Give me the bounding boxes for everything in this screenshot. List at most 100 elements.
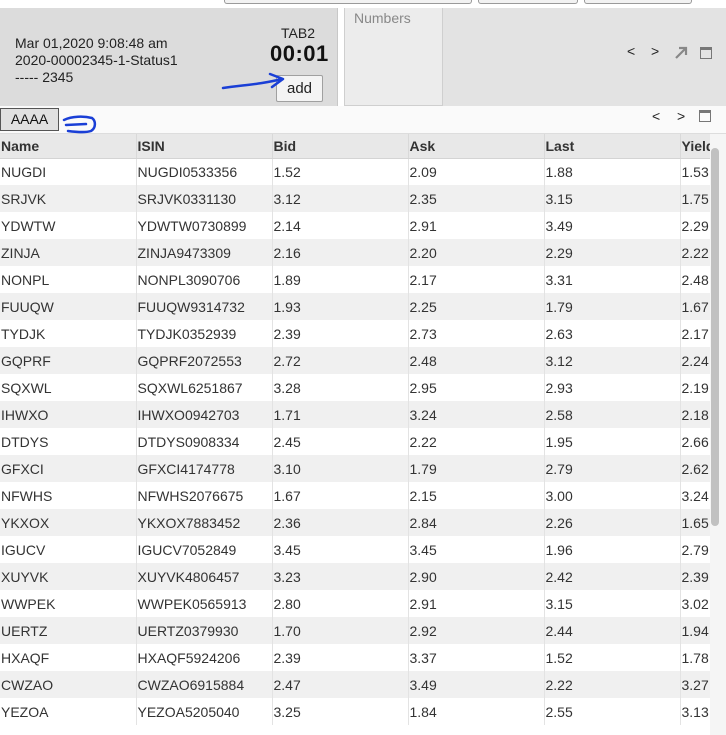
table-cell: 1.79 (544, 293, 681, 320)
table-cell: 2.91 (408, 590, 545, 617)
table-cell: 1.53 (680, 158, 710, 185)
table-cell: 3.10 (272, 455, 409, 482)
table-row[interactable]: NONPL NONPL3090706 1.89 2.17 3.31 2.48 (0, 266, 710, 293)
column-header[interactable]: Yield (680, 134, 710, 159)
table-row[interactable]: YDWTW YDWTW0730899 2.14 2.91 3.49 2.29 (0, 212, 710, 239)
numbers-label: Numbers (354, 10, 411, 26)
table-cell: 2.79 (544, 455, 681, 482)
table-row[interactable]: XUYVK XUYVK4806457 3.23 2.90 2.42 2.39 (0, 563, 710, 590)
table-row[interactable]: HXAQF HXAQF5924206 2.39 3.37 1.52 1.78 (0, 644, 710, 671)
table-cell: NFWHS2076675 (136, 482, 273, 509)
table-row[interactable]: TYDJK TYDJK0352939 2.39 2.73 2.63 2.17 (0, 320, 710, 347)
table-cell: 2.09 (408, 158, 545, 185)
table-row[interactable]: SQXWL SQXWL6251867 3.28 2.95 2.93 2.19 (0, 374, 710, 401)
table-cell: IHWXO (0, 401, 137, 428)
table-header-row: Name ISIN Bid Ask Last Yield (0, 134, 710, 159)
tab-aaaa[interactable]: AAAA (0, 108, 59, 131)
table-cell: GFXCI (0, 455, 137, 482)
table-cell: 2.39 (680, 563, 710, 590)
table-cell: 2.15 (408, 482, 545, 509)
table-row[interactable]: IHWXO IHWXO0942703 1.71 3.24 2.58 2.18 (0, 401, 710, 428)
table-cell: GQPRF (0, 347, 137, 374)
top-tab-stub[interactable] (224, 0, 472, 4)
table-cell: 1.70 (272, 617, 409, 644)
table-cell: 2.55 (544, 698, 681, 725)
table-cell: 2.17 (680, 320, 710, 347)
numbers-card[interactable]: Numbers (344, 8, 443, 106)
table-cell: NUGDI0533356 (136, 158, 273, 185)
table-cell: 1.89 (272, 266, 409, 293)
table-cell: 3.28 (272, 374, 409, 401)
countdown-timer: 00:01 (270, 41, 329, 66)
table-row[interactable]: CWZAO CWZAO6915884 2.47 3.49 2.22 3.27 (0, 671, 710, 698)
order-info: Mar 01,2020 9:08:48 am 2020-00002345-1-S… (15, 35, 178, 86)
table-row[interactable]: IGUCV IGUCV7052849 3.45 3.45 1.96 2.79 (0, 536, 710, 563)
column-header[interactable]: Last (544, 134, 681, 159)
table-cell: ZINJA (0, 239, 137, 266)
table-cell: YKXOX (0, 509, 137, 536)
add-button[interactable]: add (276, 75, 323, 102)
table-cell: XUYVK (0, 563, 137, 590)
column-header[interactable]: Ask (408, 134, 545, 159)
table-cell: 2.45 (272, 428, 409, 455)
table-cell: YEZOA (0, 698, 137, 725)
table-cell: 1.96 (544, 536, 681, 563)
tab-prev-button[interactable]: < (652, 108, 660, 124)
table-cell: NONPL (0, 266, 137, 293)
table-cell: 1.94 (680, 617, 710, 644)
table-cell: IGUCV7052849 (136, 536, 273, 563)
table-cell: CWZAO (0, 671, 137, 698)
top-tab-stub[interactable] (478, 0, 578, 4)
table-cell: 3.15 (544, 590, 681, 617)
table-cell: 2.95 (408, 374, 545, 401)
window-icon[interactable] (699, 110, 711, 122)
table-cell: 2.22 (680, 239, 710, 266)
table-cell: ZINJA9473309 (136, 239, 273, 266)
table-row[interactable]: NUGDI NUGDI0533356 1.52 2.09 1.88 1.53 (0, 158, 710, 185)
table-row[interactable]: GFXCI GFXCI4174778 3.10 1.79 2.79 2.62 (0, 455, 710, 482)
table-cell: NONPL3090706 (136, 266, 273, 293)
table-cell: 2.16 (272, 239, 409, 266)
column-header[interactable]: Bid (272, 134, 409, 159)
prev-button[interactable]: < (627, 43, 635, 59)
table-cell: YDWTW0730899 (136, 212, 273, 239)
table-row[interactable]: UERTZ UERTZ0379930 1.70 2.92 2.44 1.94 (0, 617, 710, 644)
window-icon[interactable] (700, 47, 712, 59)
table-row[interactable]: SRJVK SRJVK0331130 3.12 2.35 3.15 1.75 (0, 185, 710, 212)
table-row[interactable]: NFWHS NFWHS2076675 1.67 2.15 3.00 3.24 (0, 482, 710, 509)
table-cell: CWZAO6915884 (136, 671, 273, 698)
table-cell: 2.18 (680, 401, 710, 428)
table-cell: 2.66 (680, 428, 710, 455)
table-cell: 1.84 (408, 698, 545, 725)
table-cell: UERTZ (0, 617, 137, 644)
tab-next-button[interactable]: > (677, 108, 685, 124)
table-row[interactable]: YKXOX YKXOX7883452 2.36 2.84 2.26 1.65 (0, 509, 710, 536)
table-cell: 2.79 (680, 536, 710, 563)
next-button[interactable]: > (651, 43, 659, 59)
table-cell: 3.27 (680, 671, 710, 698)
table-cell: 3.24 (680, 482, 710, 509)
table-row[interactable]: GQPRF GQPRF2072553 2.72 2.48 3.12 2.24 (0, 347, 710, 374)
table-row[interactable]: WWPEK WWPEK0565913 2.80 2.91 3.15 3.02 (0, 590, 710, 617)
table-cell: 2.42 (544, 563, 681, 590)
table-cell: 3.24 (408, 401, 545, 428)
table-row[interactable]: ZINJA ZINJA9473309 2.16 2.20 2.29 2.22 (0, 239, 710, 266)
table-cell: 2.20 (408, 239, 545, 266)
table-cell: TYDJK (0, 320, 137, 347)
table-cell: 3.37 (408, 644, 545, 671)
table-cell: SRJVK (0, 185, 137, 212)
column-header[interactable]: Name (0, 134, 137, 159)
top-tab-stub[interactable] (584, 0, 692, 4)
tab-bar: AAAA < > (0, 106, 726, 134)
table-cell: 2.73 (408, 320, 545, 347)
scrollbar-thumb[interactable] (711, 148, 719, 526)
table-cell: 3.49 (544, 212, 681, 239)
popout-icon[interactable] (673, 45, 689, 61)
table-row[interactable]: DTDYS DTDYS0908334 2.45 2.22 1.95 2.66 (0, 428, 710, 455)
table-row[interactable]: FUUQW FUUQW9314732 1.93 2.25 1.79 1.67 (0, 293, 710, 320)
table-cell: 3.49 (408, 671, 545, 698)
table-cell: 2.62 (680, 455, 710, 482)
column-header[interactable]: ISIN (136, 134, 273, 159)
order-code: ----- 2345 (15, 69, 74, 85)
table-row[interactable]: YEZOA YEZOA5205040 3.25 1.84 2.55 3.13 (0, 698, 710, 725)
